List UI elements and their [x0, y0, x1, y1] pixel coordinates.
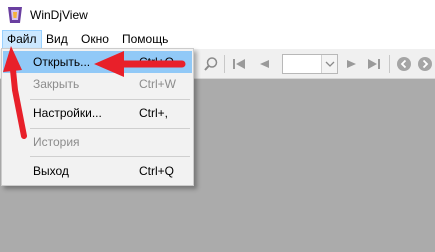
back-icon[interactable]	[396, 56, 412, 72]
menu-item-label: Настройки...	[33, 106, 102, 120]
menu-separator	[30, 99, 190, 100]
menu-item-shortcut: Ctrl+,	[139, 106, 169, 120]
title-bar: WinDjView	[0, 0, 435, 30]
first-page-icon[interactable]	[231, 56, 247, 72]
chevron-down-icon	[325, 61, 335, 67]
menu-item-shortcut: Ctrl+W	[139, 77, 176, 91]
menu-view[interactable]: Вид	[41, 30, 73, 49]
menu-item-shortcut: Ctrl+Q	[139, 164, 175, 178]
forward-icon[interactable]	[417, 56, 433, 72]
file-menu-dropdown: Открыть... Ctrl+O Закрыть Ctrl+W Настрой…	[1, 48, 194, 186]
windjview-app-icon	[8, 7, 22, 23]
menu-item-history[interactable]: История	[3, 131, 192, 153]
toolbar-separator	[389, 55, 390, 73]
menu-item-open[interactable]: Открыть... Ctrl+O	[3, 51, 192, 73]
dropdown-button[interactable]	[321, 55, 337, 73]
menu-help[interactable]: Помощь	[117, 30, 173, 49]
menu-separator	[30, 156, 190, 157]
window-title: WinDjView	[30, 8, 88, 22]
menu-item-label: Выход	[33, 164, 69, 178]
menu-item-label: История	[33, 135, 80, 149]
menu-item-label: Закрыть	[33, 77, 80, 91]
menu-item-label: Открыть...	[33, 55, 91, 69]
menu-item-shortcut: Ctrl+O	[139, 55, 175, 69]
page-number-select[interactable]	[282, 54, 338, 74]
menu-item-exit[interactable]: Выход Ctrl+Q	[3, 160, 192, 182]
next-page-icon[interactable]	[344, 56, 360, 72]
menu-item-close[interactable]: Закрыть Ctrl+W	[3, 73, 192, 95]
toolbar-separator	[224, 55, 225, 73]
menu-item-settings[interactable]: Настройки... Ctrl+,	[3, 102, 192, 124]
menu-window[interactable]: Окно	[76, 30, 114, 49]
menu-file[interactable]: Файл	[2, 30, 42, 49]
last-page-icon[interactable]	[366, 56, 382, 72]
menu-separator	[30, 128, 190, 129]
previous-page-icon[interactable]	[256, 56, 272, 72]
menu-bar: Файл Вид Окно Помощь	[0, 30, 435, 49]
zoom-icon[interactable]	[203, 56, 219, 72]
